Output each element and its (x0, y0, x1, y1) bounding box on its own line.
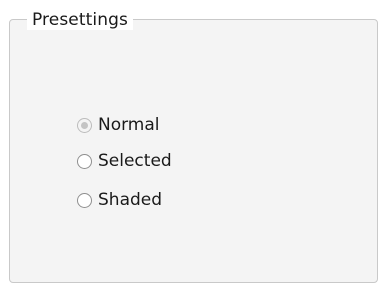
radio-option-normal[interactable]: Normal (77, 114, 160, 136)
dialog-canvas: Presettings Normal Selected Shaded (0, 0, 387, 289)
radio-shaded-label: Shaded (98, 190, 163, 210)
radio-normal-label: Normal (98, 115, 160, 135)
radio-shaded-indicator[interactable] (77, 192, 92, 208)
radio-normal-indicator[interactable] (77, 117, 92, 133)
radio-option-selected[interactable]: Selected (77, 150, 172, 172)
radio-selected-label: Selected (98, 151, 172, 171)
presettings-groupbox (9, 19, 378, 283)
presettings-group-title: Presettings (27, 10, 133, 30)
radio-option-shaded[interactable]: Shaded (77, 189, 162, 211)
radio-dot-icon (81, 121, 88, 129)
radio-selected-indicator[interactable] (77, 153, 92, 169)
